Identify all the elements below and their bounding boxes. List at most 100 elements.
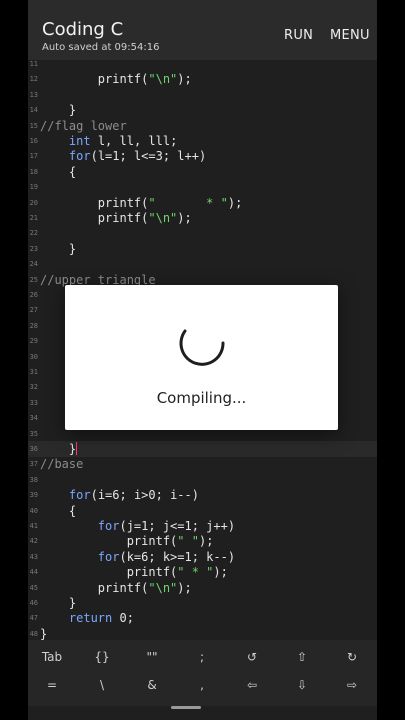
braces-key[interactable]: {} xyxy=(84,650,120,664)
code-line[interactable]: 42 printf(" "); xyxy=(28,533,377,549)
symbol-bar: Tab {} ""; ↺ ⇧ ↻ = \ &, ⇦ ⇩ ⇨ xyxy=(28,640,377,706)
line-number: 29 xyxy=(29,337,38,346)
code-line[interactable]: 21 printf("\n"); xyxy=(28,210,377,226)
code-line[interactable]: 23 } xyxy=(28,241,377,257)
line-number: 15 xyxy=(29,121,38,130)
code-text: } xyxy=(68,241,77,256)
code-text: printf("\n"); xyxy=(97,580,192,595)
arrow-left-icon[interactable]: ⇦ xyxy=(234,678,270,692)
code-line[interactable]: 47 return 0; xyxy=(28,610,377,626)
redo-icon[interactable]: ↻ xyxy=(334,650,370,664)
line-number: 40 xyxy=(29,506,38,515)
undo-icon[interactable]: ↺ xyxy=(234,650,270,664)
code-string: " " xyxy=(177,534,199,549)
code-text: } xyxy=(68,103,77,118)
line-number: 21 xyxy=(29,214,38,222)
code-text: printf(" "); xyxy=(126,534,214,549)
code-text: } xyxy=(68,442,78,456)
code-line[interactable]: 16 int l, ll, lll; xyxy=(28,133,377,149)
code-line[interactable]: 36 } xyxy=(28,441,377,457)
code-line[interactable]: 15//flag lower xyxy=(28,118,377,134)
line-number: 36 xyxy=(29,445,38,453)
line-number: 12 xyxy=(29,75,38,84)
code-line[interactable]: 48} xyxy=(28,626,377,640)
line-number: 41 xyxy=(29,522,38,530)
code-line[interactable]: 13 xyxy=(28,87,377,103)
backslash-key[interactable]: \ xyxy=(84,678,120,692)
line-number: 16 xyxy=(29,137,38,145)
code-line[interactable]: 12 printf("\n"); xyxy=(28,71,377,87)
code-comment: //base xyxy=(40,457,84,472)
arrow-down-icon[interactable]: ⇩ xyxy=(284,678,320,692)
code-keyword: for xyxy=(68,488,91,503)
arrow-right-icon[interactable]: ⇨ xyxy=(334,678,370,692)
code-keyword: return xyxy=(68,611,113,626)
code-line[interactable]: 40 { xyxy=(28,503,377,519)
equals-key[interactable]: = xyxy=(34,678,70,692)
menu-button[interactable]: MENU xyxy=(330,28,370,43)
code-line[interactable]: 38 xyxy=(28,472,377,488)
code-text: printf(" * "); xyxy=(126,565,228,580)
code-line[interactable]: 11 xyxy=(28,60,377,72)
code-keyword: int xyxy=(68,134,91,148)
code-line[interactable]: 43 for(k=6; k>=1; k--) xyxy=(28,549,377,565)
compiling-dialog: Compiling... xyxy=(65,285,338,430)
code-text: { xyxy=(68,503,77,518)
line-number: 44 xyxy=(29,568,38,577)
code-line[interactable]: 19 xyxy=(28,179,377,195)
code-text: printf(" * "); xyxy=(97,195,243,210)
line-number: 23 xyxy=(29,244,38,253)
code-line[interactable]: 37//base xyxy=(28,456,377,472)
loading-spinner-icon xyxy=(179,329,225,366)
code-string: "\n" xyxy=(148,580,178,595)
run-button[interactable]: RUN xyxy=(284,28,313,43)
code-text: //base xyxy=(40,456,83,472)
line-number: 13 xyxy=(29,90,38,99)
code-text: } xyxy=(68,596,77,610)
line-number: 26 xyxy=(29,291,38,299)
line-number: 39 xyxy=(29,491,38,500)
comma-key[interactable]: , xyxy=(184,678,220,692)
code-text: { xyxy=(68,164,77,179)
code-keyword: for xyxy=(97,549,120,564)
code-line[interactable]: 18 { xyxy=(28,164,377,180)
code-line[interactable]: 39 for(i=6; i>0; i--) xyxy=(28,487,377,503)
code-string: " * " xyxy=(148,195,228,210)
code-comment: //flag lower xyxy=(40,118,127,133)
app-bar: Coding C Auto saved at 09:54:16 RUN MENU xyxy=(28,0,377,60)
line-number: 27 xyxy=(29,306,38,315)
code-line[interactable]: 41 for(j=1; j<=1; j++) xyxy=(28,518,377,534)
code-line[interactable]: 46 } xyxy=(28,595,377,611)
code-line[interactable]: 14 } xyxy=(28,102,377,118)
code-line[interactable]: 20 printf(" * "); xyxy=(28,195,377,211)
line-number: 33 xyxy=(29,398,38,407)
home-handle[interactable] xyxy=(171,706,201,709)
code-line[interactable]: 24 xyxy=(28,256,377,272)
system-nav-bar xyxy=(28,706,377,720)
code-text: return 0; xyxy=(68,611,134,626)
line-number: 11 xyxy=(29,60,38,68)
ampersand-key[interactable]: & xyxy=(134,678,170,692)
code-string: "\n" xyxy=(148,211,178,225)
code-line[interactable]: 45 printf("\n"); xyxy=(28,580,377,596)
tab-key[interactable]: Tab xyxy=(34,650,70,664)
code-keyword: for xyxy=(97,519,120,533)
line-number: 37 xyxy=(29,460,38,469)
code-text: } xyxy=(40,626,48,640)
code-text: int l, ll, lll; xyxy=(68,134,178,148)
line-number: 34 xyxy=(29,414,38,423)
code-text: printf("\n"); xyxy=(97,72,192,87)
phone-screen: Coding C Auto saved at 09:54:16 RUN MENU… xyxy=(28,0,377,720)
line-number: 28 xyxy=(29,321,38,330)
line-number: 45 xyxy=(29,583,38,592)
code-line[interactable]: 22 xyxy=(28,225,377,241)
code-line[interactable]: 17 for(l=1; l<=3; l++) xyxy=(28,148,377,164)
quotes-key[interactable]: "" xyxy=(134,650,170,664)
code-line[interactable]: 44 printf(" * "); xyxy=(28,564,377,580)
shift-up-icon[interactable]: ⇧ xyxy=(284,650,320,664)
line-number: 35 xyxy=(29,429,38,438)
semicolon-key[interactable]: ; xyxy=(184,650,220,664)
code-string: "\n" xyxy=(148,72,178,87)
line-number: 25 xyxy=(29,275,38,284)
